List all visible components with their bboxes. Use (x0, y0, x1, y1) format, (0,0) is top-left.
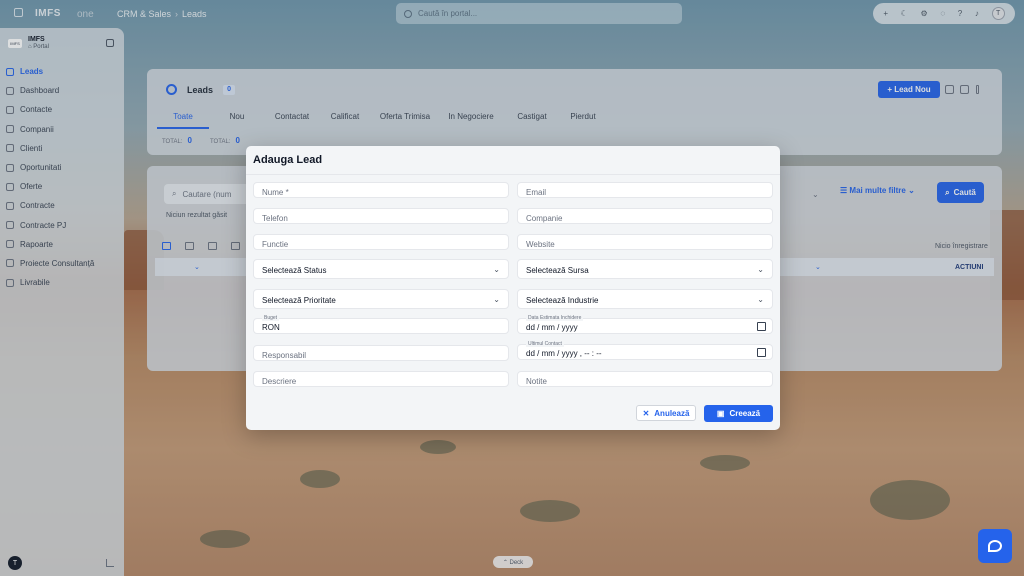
status-select[interactable]: Selectează Status ⌄ (253, 259, 509, 279)
industry-value: Selectează Industrie (526, 296, 599, 305)
source-select[interactable]: Selectează Sursa ⌄ (517, 259, 773, 279)
priority-select[interactable]: Selectează Prioritate ⌄ (253, 289, 509, 309)
chevron-down-icon: ⌄ (493, 295, 500, 304)
description-placeholder: Descriere (262, 377, 297, 386)
support-chat-button[interactable] (978, 529, 1012, 563)
create-label: Creează (729, 409, 761, 418)
source-value: Selectează Sursa (526, 266, 589, 275)
estimated-close-date-label: Data Estimata Inchidere (526, 315, 584, 321)
budget-label: Buget (262, 315, 280, 321)
description-field[interactable]: Descriere (253, 371, 509, 387)
notes-field[interactable]: Notite (517, 371, 773, 387)
company-placeholder: Companie (526, 214, 563, 223)
add-lead-modal: Adauga Lead Nume * Email Telefon Compani… (246, 146, 780, 430)
estimated-close-date-value: dd / mm / yyyy (526, 323, 578, 332)
chevron-down-icon: ⌄ (757, 295, 764, 304)
budget-field[interactable]: Buget RON (253, 315, 509, 334)
function-placeholder: Functie (262, 240, 289, 249)
responsible-field[interactable]: Responsabil (253, 345, 509, 361)
modal-divider (246, 174, 780, 175)
industry-select[interactable]: Selectează Industrie ⌄ (517, 289, 773, 309)
chevron-down-icon: ⌄ (493, 265, 500, 274)
close-icon: ✕ (642, 408, 650, 418)
email-placeholder: Email (526, 188, 547, 197)
status-value: Selectează Status (262, 266, 327, 275)
last-contact-field[interactable]: Ultimul Contact dd / mm / yyyy , -- : -- (517, 341, 773, 360)
phone-field[interactable]: Telefon (253, 208, 509, 224)
chevron-down-icon: ⌄ (757, 265, 764, 274)
name-placeholder: Nume * (262, 188, 289, 197)
cancel-label: Anulează (654, 408, 690, 418)
deck-toggle[interactable]: ⌃ Deck (493, 556, 533, 568)
last-contact-label: Ultimul Contact (526, 341, 564, 347)
estimated-close-date-field[interactable]: Data Estimata Inchidere dd / mm / yyyy (517, 315, 773, 334)
save-icon: ▣ (716, 409, 725, 418)
cancel-button[interactable]: ✕ Anulează (636, 405, 696, 421)
name-field[interactable]: Nume * (253, 182, 509, 198)
notes-placeholder: Notite (526, 377, 547, 386)
calendar-icon[interactable] (757, 322, 766, 331)
company-field[interactable]: Companie (517, 208, 773, 224)
responsible-placeholder: Responsabil (262, 351, 307, 360)
phone-placeholder: Telefon (262, 214, 288, 223)
calendar-icon[interactable] (757, 348, 766, 357)
chat-bubble-icon (988, 540, 1002, 552)
last-contact-value: dd / mm / yyyy , -- : -- (526, 349, 602, 358)
email-field[interactable]: Email (517, 182, 773, 198)
create-button[interactable]: ▣ Creează (704, 405, 773, 422)
budget-currency: RON (262, 323, 280, 332)
priority-value: Selectează Prioritate (262, 296, 336, 305)
website-field[interactable]: Website (517, 234, 773, 250)
function-field[interactable]: Functie (253, 234, 509, 250)
website-placeholder: Website (526, 240, 555, 249)
modal-title: Adauga Lead (253, 154, 323, 166)
